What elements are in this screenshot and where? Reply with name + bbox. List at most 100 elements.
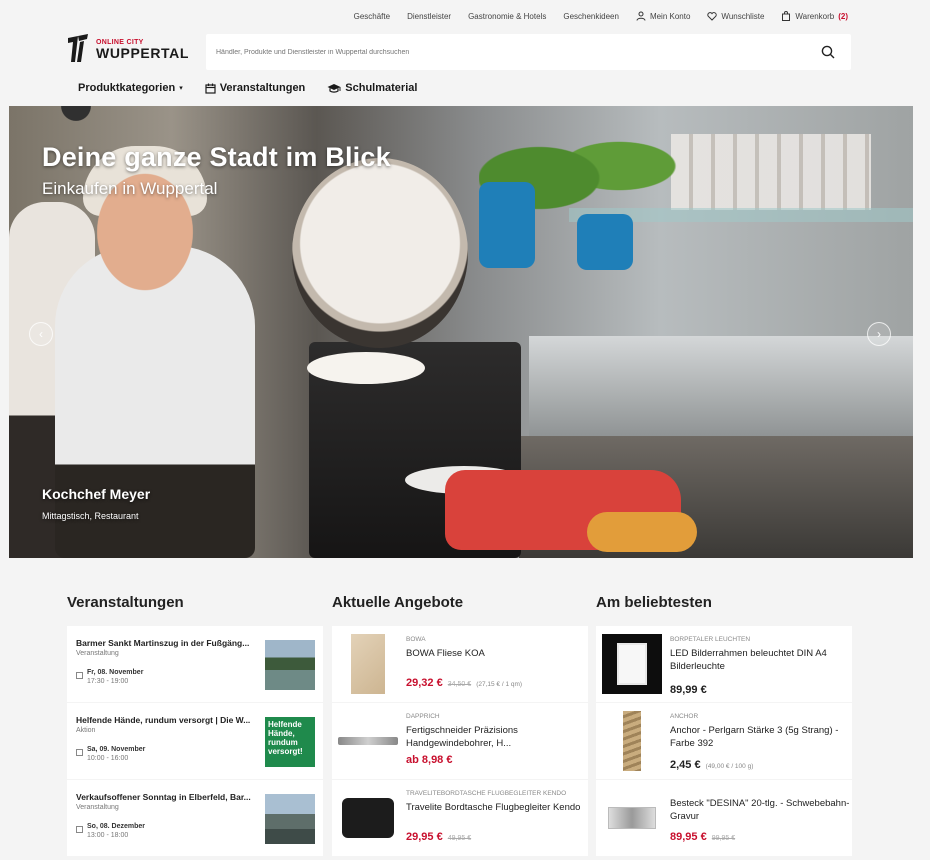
cart-count-badge: (2) <box>838 11 848 21</box>
product-image <box>602 711 662 771</box>
event-type: Veranstaltung <box>76 804 119 811</box>
event-type: Veranstaltung <box>76 650 119 657</box>
hero-title: Deine ganze Stadt im Blick <box>42 142 391 172</box>
product-brand: BORPETALER LEUCHTEN <box>670 636 751 643</box>
product-price-value: 29,32 € <box>406 677 443 689</box>
shopping-bag-icon <box>782 11 791 21</box>
event-card[interactable]: Helfende Hände, rundum versorgt | Die W.… <box>67 703 323 779</box>
event-time: 17:30 - 19:00 <box>87 678 129 685</box>
link-wishlist[interactable]: Wunschliste <box>707 11 764 21</box>
event-time: 10:00 - 16:00 <box>87 755 129 762</box>
link-shops[interactable]: Geschäfte <box>354 11 390 21</box>
product-name: LED Bilderrahmen beleuchtet DIN A4 Bilde… <box>670 648 827 672</box>
product-image <box>602 634 662 694</box>
hero-photo-clock <box>17 106 135 136</box>
logo-line2: WUPPERTAL <box>96 44 190 61</box>
events-list: Barmer Sankt Martinszug in der Fußgäng..… <box>67 626 323 857</box>
link-wishlist-label: Wunschliste <box>721 11 765 21</box>
search-input[interactable] <box>206 48 813 56</box>
product-price: 29,32 € 34,50 € (27,15 € / 1 qm) <box>406 677 522 689</box>
calendar-icon <box>76 672 83 679</box>
product-card[interactable]: Besteck "DESINA" 20-tlg. - Schwebebahn-G… <box>596 780 852 856</box>
product-price: 89,95 € 99,95 € <box>670 831 735 843</box>
link-services[interactable]: Dienstleister <box>407 11 451 21</box>
nav-school-label: Schulmaterial <box>345 82 418 94</box>
hero-photo-pot-blue <box>479 182 535 268</box>
hero-photo-plate <box>307 352 425 384</box>
search-button[interactable] <box>813 37 843 67</box>
product-image <box>338 711 398 771</box>
link-account-label: Mein Konto <box>649 11 691 21</box>
product-brand: BOWA <box>406 636 426 643</box>
hero-photo-pot-blue-2 <box>577 214 633 270</box>
product-name: Anchor - Perlgarn Stärke 3 (5g Strang) -… <box>670 725 839 749</box>
logo-mark-icon <box>68 34 88 62</box>
product-image <box>338 788 398 848</box>
product-card[interactable]: ANCHOR Anchor - Perlgarn Stärke 3 (5g St… <box>596 703 852 779</box>
top-links: Geschäfte Dienstleister Gastronomie & Ho… <box>354 11 848 21</box>
section-title-popular: Am beliebtesten <box>596 594 712 611</box>
caret-down-icon: ▾ <box>179 85 183 92</box>
product-price-value: 29,95 € <box>406 831 443 843</box>
product-image <box>602 788 662 848</box>
event-thumbnail <box>265 794 315 844</box>
link-cart-label: Warenkorb <box>795 11 835 21</box>
product-price-value: 2,45 € <box>670 759 701 771</box>
event-date: So, 08. Dezember <box>87 823 145 830</box>
product-name: Besteck "DESINA" 20-tlg. - Schwebebahn-G… <box>670 798 850 822</box>
link-cart[interactable]: Warenkorb (2) <box>781 11 848 21</box>
hero-photo-jars <box>671 134 871 210</box>
product-brand: ANCHOR <box>670 713 699 720</box>
product-image <box>338 634 398 694</box>
search-icon <box>821 45 835 59</box>
product-price-value: 89,95 € <box>670 831 707 843</box>
section-title-offers: Aktuelle Angebote <box>332 594 464 611</box>
offers-list: BOWA BOWA Fliese KOA 29,32 € 34,50 € (27… <box>332 626 588 857</box>
event-title: Helfende Hände, rundum versorgt | Die W.… <box>76 715 251 725</box>
product-price-value: ab 8,98 € <box>406 754 453 766</box>
product-unit-price: (49,00 € / 100 g) <box>705 763 754 770</box>
nav-events-label: Veranstaltungen <box>219 82 306 94</box>
user-icon <box>636 11 646 21</box>
hero-business-desc: Mittagstisch, Restaurant <box>42 511 139 521</box>
event-type: Aktion <box>76 727 96 734</box>
popular-list: BORPETALER LEUCHTEN LED Bilderrahmen bel… <box>596 626 852 857</box>
product-brand: TRAVELITEBORDTASCHE FLUGBEGLEITER KENDO <box>406 790 567 797</box>
product-price: 89,99 € <box>670 684 707 696</box>
product-old-price: 99,95 € <box>711 835 736 842</box>
event-title: Verkaufsoffener Sonntag in Elberfeld, Ba… <box>76 792 251 802</box>
product-card[interactable]: DAPPRICH Fertigschneider Präzisions Hand… <box>332 703 588 779</box>
product-card[interactable]: BOWA BOWA Fliese KOA 29,32 € 34,50 € (27… <box>332 626 588 702</box>
product-price-value: 89,99 € <box>670 684 707 696</box>
calendar-icon <box>205 83 216 94</box>
link-gifts[interactable]: Geschenkideen <box>563 11 619 21</box>
hero-photo-rice-cooker <box>292 158 468 348</box>
event-title: Barmer Sankt Martinszug in der Fußgäng..… <box>76 638 250 648</box>
hero-photo-bread <box>587 512 697 552</box>
event-card[interactable]: Verkaufsoffener Sonntag in Elberfeld, Ba… <box>67 780 323 856</box>
carousel-prev-button[interactable]: ‹ <box>29 322 53 346</box>
chevron-left-icon: ‹ <box>39 327 43 341</box>
product-unit-price: (27,15 € / 1 qm) <box>476 681 523 688</box>
event-date: Sa, 09. November <box>87 746 146 753</box>
nav-events[interactable]: Veranstaltungen <box>205 82 306 94</box>
nav-categories[interactable]: Produktkategorien ▾ <box>78 82 183 94</box>
nav-school[interactable]: Schulmaterial <box>327 82 417 94</box>
carousel-next-button[interactable]: › <box>867 322 891 346</box>
calendar-icon <box>76 749 83 756</box>
event-card[interactable]: Barmer Sankt Martinszug in der Fußgäng..… <box>67 626 323 702</box>
hero-business-name[interactable]: Kochchef Meyer <box>42 486 150 502</box>
event-thumbnail-text: Helfende Hände, rundum versorgt! <box>268 720 303 756</box>
chevron-right-icon: › <box>877 327 881 341</box>
site-logo[interactable]: ONLINE CITY WUPPERTAL <box>66 34 189 64</box>
product-brand: DAPPRICH <box>406 713 440 720</box>
link-gastro[interactable]: Gastronomie & Hotels <box>468 11 546 21</box>
graduation-cap-icon <box>327 83 341 93</box>
link-account[interactable]: Mein Konto <box>636 11 690 21</box>
event-time: 13:00 - 18:00 <box>87 832 129 839</box>
product-name: BOWA Fliese KOA <box>406 648 485 659</box>
event-thumbnail <box>265 640 315 690</box>
product-card[interactable]: TRAVELITEBORDTASCHE FLUGBEGLEITER KENDO … <box>332 780 588 856</box>
event-thumbnail: Helfende Hände, rundum versorgt! <box>265 717 315 767</box>
product-card[interactable]: BORPETALER LEUCHTEN LED Bilderrahmen bel… <box>596 626 852 702</box>
